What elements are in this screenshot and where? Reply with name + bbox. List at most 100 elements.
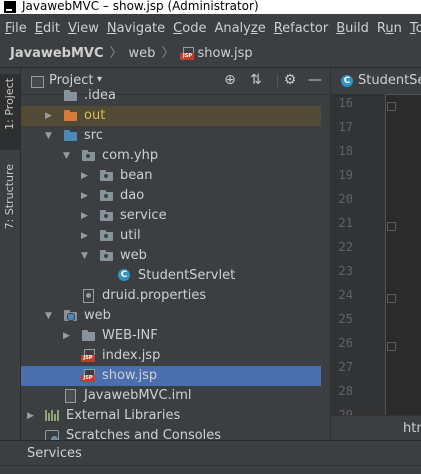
tree-item-javawebmvc-iml[interactable]: JavawebMVC.iml xyxy=(21,386,321,406)
intellij-app-icon xyxy=(4,1,16,13)
collapsed-arrow-icon[interactable]: ▶ xyxy=(45,106,55,126)
tree-item-studentservlet[interactable]: C StudentServlet xyxy=(21,266,321,286)
tree-item-web[interactable]: ▼ web xyxy=(21,306,321,326)
breadcrumb-file-label: show.jsp xyxy=(197,46,253,61)
tab-structure[interactable]: 7: Structure xyxy=(0,160,20,240)
tree-item-com-yhp[interactable]: ▼ com.yhp xyxy=(21,146,321,166)
tree-item-index-jsp[interactable]: JSP index.jsp xyxy=(21,346,321,366)
class-icon: C xyxy=(341,75,353,87)
collapsed-arrow-icon[interactable]: ▶ xyxy=(81,206,91,226)
tree-item-service[interactable]: ▶ service xyxy=(21,206,321,226)
collapsed-arrow-icon[interactable]: ▶ xyxy=(81,186,91,206)
jsp-file-icon: JSP xyxy=(81,349,96,363)
web-folder-icon xyxy=(63,309,78,323)
tree-item-dao[interactable]: ▶ dao xyxy=(21,186,321,206)
collapsed-arrow-icon[interactable]: ▶ xyxy=(27,406,37,426)
tree-item-util[interactable]: ▶ util xyxy=(21,226,321,246)
folder-icon xyxy=(63,129,78,143)
tree-item-label: service xyxy=(120,208,167,223)
tree-item-bean[interactable]: ▶ bean xyxy=(21,166,321,186)
line-number: 18 xyxy=(338,144,353,158)
menu-item[interactable]: Code xyxy=(168,14,209,42)
breadcrumb-separator: 〉 xyxy=(109,46,123,61)
editor-tab-studentservlet[interactable]: C StudentSer xyxy=(331,68,421,95)
collapsed-arrow-icon[interactable]: ▶ xyxy=(63,326,73,346)
breadcrumb-separator: 〉 xyxy=(161,46,175,61)
expanded-arrow-icon[interactable]: ▼ xyxy=(45,126,55,146)
menu-item[interactable]: View xyxy=(63,14,102,42)
tab-project[interactable]: 1: Project xyxy=(0,74,20,150)
menu-item[interactable]: To xyxy=(405,14,421,42)
package-icon xyxy=(99,249,114,263)
line-number: 20 xyxy=(338,192,353,206)
fold-marker-icon[interactable] xyxy=(387,342,396,351)
menu-item[interactable]: Build xyxy=(331,14,372,42)
menu-bar: File Edit View Navigate Code Analyze Refactor B… xyxy=(0,14,421,42)
tree-item-label: show.jsp xyxy=(102,368,158,383)
tree-item-label: JavawebMVC.iml xyxy=(84,388,192,403)
services-tab[interactable]: Services xyxy=(27,446,82,461)
editor-area: C StudentSer 161718192021222324252627282… xyxy=(330,68,421,440)
left-tool-stripe: 1: Project 7: Structure xyxy=(0,68,21,440)
scratches-icon xyxy=(45,429,60,440)
tree-item-web-inf[interactable]: ▶ WEB-INF xyxy=(21,326,321,346)
line-number: 22 xyxy=(338,240,353,254)
line-number: 19 xyxy=(338,168,353,182)
editor-breadcrumb-bar: htm xyxy=(331,415,421,440)
project-tool-window: Project ▾ ⊕ ⇅ ⚙ — .idea ▶ out ▼ src ▼ com.yhp ▶… xyxy=(21,68,329,440)
menu-item[interactable]: File xyxy=(0,14,30,42)
tree-item-label: StudentServlet xyxy=(138,268,236,283)
editor-tab-label: StudentSer xyxy=(358,73,421,88)
menu-item[interactable]: Edit xyxy=(30,14,63,42)
fold-marker-icon[interactable] xyxy=(387,102,396,111)
expanded-arrow-icon[interactable]: ▼ xyxy=(81,246,91,266)
chevron-down-icon[interactable]: ▾ xyxy=(97,74,102,85)
line-number: 16 xyxy=(338,96,353,110)
menu-item[interactable]: Refactor xyxy=(269,14,332,42)
line-number: 24 xyxy=(338,288,353,302)
breadcrumb-folder[interactable]: web xyxy=(129,42,156,66)
tree-item-label: dao xyxy=(120,188,145,203)
tree-item-label: .idea xyxy=(84,88,116,103)
package-icon xyxy=(81,149,96,163)
fold-marker-icon[interactable] xyxy=(387,294,396,303)
tree-item-out[interactable]: ▶ out xyxy=(21,106,321,126)
breadcrumb-file[interactable]: JSP show.jsp xyxy=(180,42,253,66)
tree-item-label: druid.properties xyxy=(102,288,207,303)
tree-item-scratches-and-consoles[interactable]: Scratches and Consoles xyxy=(21,426,321,440)
expanded-arrow-icon[interactable]: ▼ xyxy=(63,146,73,166)
tree-item-label: web xyxy=(84,308,111,323)
line-number: 28 xyxy=(338,384,353,398)
line-number: 21 xyxy=(338,216,353,230)
editor-breadcrumb-text[interactable]: htm xyxy=(403,421,421,436)
collapsed-arrow-icon[interactable]: ▶ xyxy=(81,226,91,246)
fold-marker-icon[interactable] xyxy=(387,222,396,231)
tab-structure-label: 7: Structure xyxy=(3,164,16,230)
collapsed-arrow-icon[interactable]: ▶ xyxy=(81,166,91,186)
tree-item-show-jsp[interactable]: JSP show.jsp xyxy=(21,366,321,386)
tree-item-label: com.yhp xyxy=(102,148,159,163)
window-title-bar: JavawebMVC – show.jsp (Administrator) xyxy=(0,0,421,14)
line-number: 25 xyxy=(338,312,353,326)
tree-item-druid-properties[interactable]: druid.properties xyxy=(21,286,321,306)
navigation-bar: JavawebMVC 〉 web 〉 JSP show.jsp xyxy=(0,42,421,68)
menu-item[interactable]: Analyze xyxy=(209,14,268,42)
line-number: 17 xyxy=(338,120,353,134)
expanded-arrow-icon[interactable]: ▼ xyxy=(45,306,55,326)
line-number: 23 xyxy=(338,264,353,278)
tree-item-src[interactable]: ▼ src xyxy=(21,126,321,146)
tree-item-external-libraries[interactable]: ▶ External Libraries xyxy=(21,406,321,426)
tree-item--idea[interactable]: .idea xyxy=(21,86,321,106)
breadcrumb-project[interactable]: JavawebMVC xyxy=(0,42,104,66)
folder-icon xyxy=(81,329,96,343)
jsp-file-icon: JSP xyxy=(81,369,96,383)
class-icon: C xyxy=(117,269,132,283)
menu-item[interactable]: Run xyxy=(372,14,405,42)
menu-item[interactable]: Navigate xyxy=(102,14,168,42)
line-number: 27 xyxy=(338,360,353,374)
tree-item-web[interactable]: ▼ web xyxy=(21,246,321,266)
package-icon xyxy=(99,189,114,203)
folder-icon xyxy=(63,109,78,123)
library-icon xyxy=(45,409,60,423)
tree-item-label: src xyxy=(84,128,103,143)
